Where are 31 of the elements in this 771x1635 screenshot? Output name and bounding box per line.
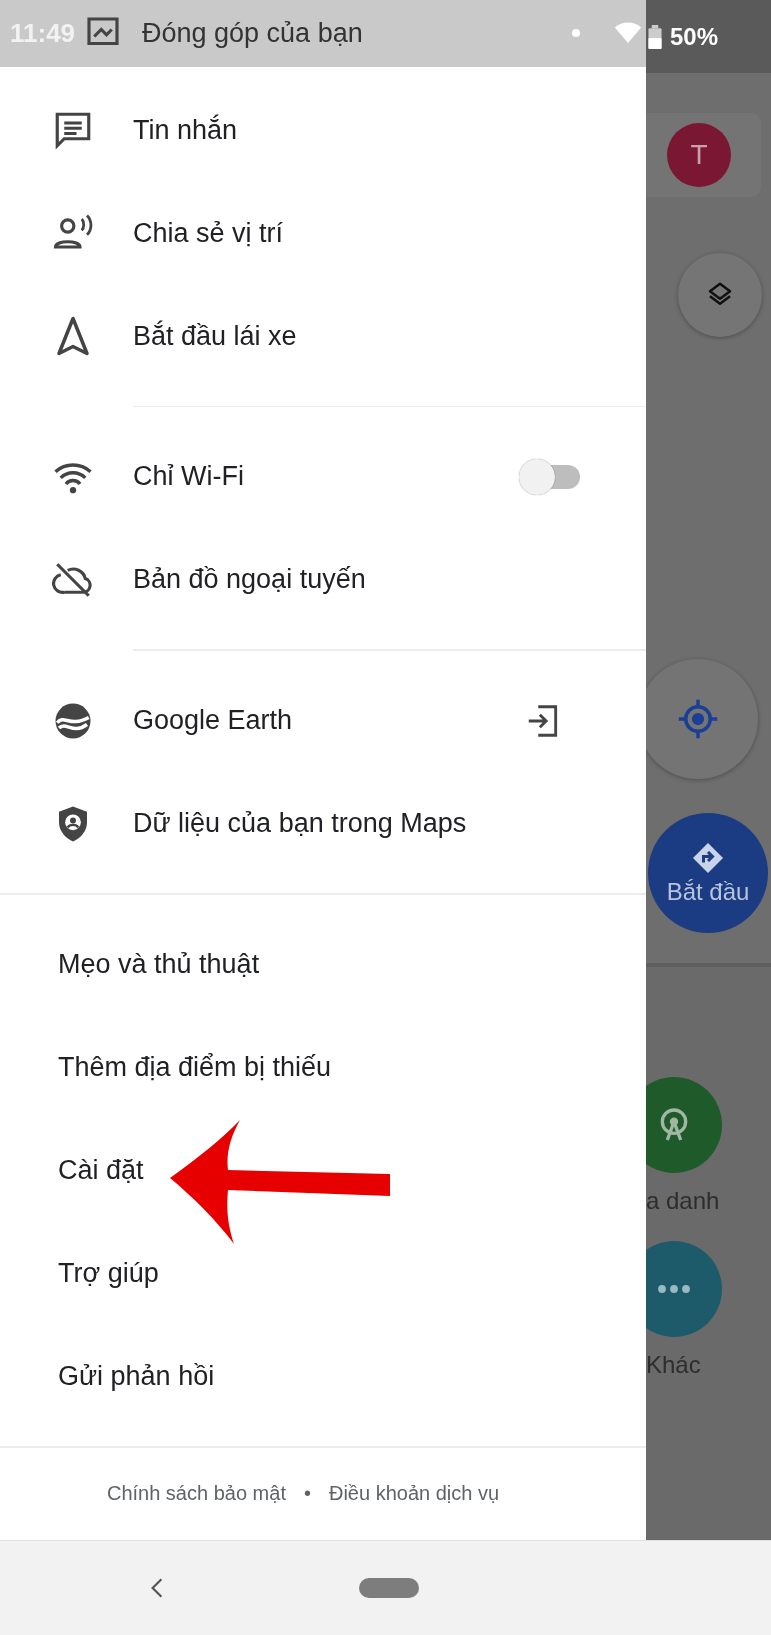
wifi-signal-icon — [614, 22, 642, 45]
menu-item[interactable]: Đóng góp của bạn — [82, 12, 572, 55]
avatar[interactable]: T — [667, 123, 731, 187]
menu-item[interactable]: Chỉ Wi-Fi — [0, 425, 646, 529]
category-label: Khác — [646, 1351, 701, 1379]
menu-item[interactable]: Dữ liệu của bạn trong Maps — [0, 772, 646, 876]
start-button[interactable]: Bắt đầu — [648, 813, 768, 933]
menu-item[interactable]: Chia sẻ vị trí — [0, 181, 646, 285]
menu-item[interactable]: Tin nhắn — [0, 78, 646, 182]
layers-button[interactable] — [678, 253, 762, 337]
menu-item[interactable]: Bản đồ ngoại tuyến — [0, 528, 646, 632]
battery-percent: 50% — [670, 22, 719, 51]
back-icon[interactable] — [150, 1577, 164, 1599]
more-dots-icon — [656, 1283, 692, 1295]
category-button[interactable] — [646, 1077, 722, 1173]
menu-item[interactable]: Gửi phản hồi — [0, 1325, 646, 1429]
menu-item[interactable]: Trợ giúp — [0, 1222, 646, 1326]
menu-item[interactable]: Cài đặt — [0, 1119, 646, 1223]
footer-link[interactable]: Điều khoản dịch vụ — [328, 1482, 500, 1506]
crosshair-icon — [677, 698, 719, 740]
home-pill[interactable] — [359, 1578, 419, 1598]
footer-link[interactable]: Chính sách bảo mật — [106, 1482, 286, 1506]
menu-item[interactable]: Mẹo và thủ thuật — [0, 913, 646, 1017]
menu-item[interactable]: Google Earth — [0, 669, 646, 773]
separator-dot: • — [303, 1482, 311, 1506]
notification-dot-icon — [572, 29, 580, 38]
category-label: a danh — [646, 1187, 720, 1215]
more-button[interactable] — [646, 1241, 722, 1337]
battery-icon — [648, 24, 662, 49]
menu-item[interactable]: Thêm địa điểm bị thiếu — [0, 1016, 646, 1120]
menu-item[interactable]: Bắt đầu lái xe — [0, 284, 646, 388]
